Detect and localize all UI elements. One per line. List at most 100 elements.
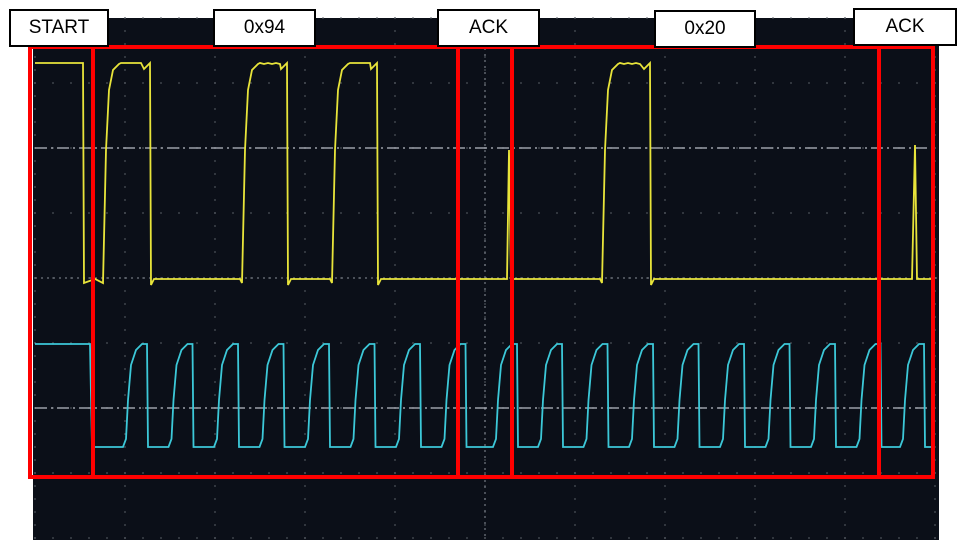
grid-dot [34, 433, 36, 435]
grid-dot [664, 420, 666, 422]
grid-dot [34, 485, 36, 487]
grid-dot [862, 537, 864, 539]
grid-dot [304, 537, 306, 539]
grid-dot [754, 186, 756, 188]
grid-dot [214, 316, 216, 318]
grid-dot [844, 238, 846, 240]
grid-dot [754, 433, 756, 435]
grid-dot [754, 303, 756, 305]
grid-dot [124, 160, 126, 162]
grid-dot [214, 433, 216, 435]
grid-dot [628, 17, 630, 19]
grid-dot [448, 212, 450, 214]
grid-dot [484, 160, 486, 162]
grid-dot [232, 212, 234, 214]
grid-dot [664, 511, 666, 513]
grid-dot [394, 485, 396, 487]
grid-dot [790, 342, 792, 344]
grid-dot [682, 472, 684, 474]
grid-dot [340, 212, 342, 214]
oscilloscope-screen [28, 17, 939, 540]
grid-dot [394, 186, 396, 188]
byte2-label: 0x20 [654, 10, 756, 48]
grid-dot [124, 459, 126, 461]
grid-dot [466, 82, 468, 84]
grid-dot [124, 251, 126, 253]
grid-dot [682, 212, 684, 214]
grid-dot [844, 342, 846, 344]
grid-dot [34, 251, 36, 253]
grid-dot [214, 212, 216, 214]
grid-dot [718, 342, 720, 344]
grid-dot [34, 472, 36, 474]
grid-dot [754, 459, 756, 461]
grid-dot [70, 537, 72, 539]
grid-dot [268, 82, 270, 84]
grid-dot [286, 342, 288, 344]
grid-dot [664, 186, 666, 188]
grid-dot [610, 342, 612, 344]
grid-dot [124, 30, 126, 32]
grid-dot [754, 342, 756, 344]
grid-dot [34, 420, 36, 422]
grid-dot [484, 459, 486, 461]
grid-dot [304, 238, 306, 240]
grid-dot [862, 212, 864, 214]
start-label: START [9, 9, 109, 47]
grid-dot [124, 199, 126, 201]
grid-dot [394, 498, 396, 500]
grid-dot [214, 381, 216, 383]
grid-dot [124, 238, 126, 240]
grid-dot [88, 537, 90, 539]
grid-dot [754, 160, 756, 162]
grid-dot [394, 303, 396, 305]
grid-dot [664, 238, 666, 240]
grid-dot [754, 368, 756, 370]
grid-dot [862, 407, 864, 409]
grid-dot [682, 82, 684, 84]
grid-dot [484, 316, 486, 318]
grid-dot [358, 82, 360, 84]
grid-dot [142, 147, 144, 149]
grid-dot [376, 537, 378, 539]
grid-dot [34, 225, 36, 227]
grid-dot [664, 524, 666, 526]
grid-dot [106, 537, 108, 539]
grid-dot [142, 472, 144, 474]
grid-dot [430, 537, 432, 539]
grid-dot [466, 342, 468, 344]
grid-dot [844, 173, 846, 175]
grid-dot [592, 342, 594, 344]
grid-dot [574, 108, 576, 110]
grid-dot [196, 82, 198, 84]
grid-dot [304, 290, 306, 292]
grid-dot [664, 121, 666, 123]
grid-dot [556, 17, 558, 19]
grid-dot [574, 342, 576, 344]
grid-dot [124, 420, 126, 422]
grid-dot [394, 472, 396, 474]
grid-dot [574, 264, 576, 266]
grid-dot [916, 537, 918, 539]
grid-dot [610, 537, 612, 539]
grid-dot [430, 17, 432, 19]
grid-dot [862, 472, 864, 474]
grid-dot [790, 472, 792, 474]
grid-dot [34, 69, 36, 71]
grid-dot [484, 394, 486, 396]
grid-dot [574, 186, 576, 188]
grid-dot [664, 290, 666, 292]
grid-dot [862, 147, 864, 149]
grid-dot [484, 303, 486, 305]
grid-dot [430, 472, 432, 474]
grid-dot [124, 381, 126, 383]
grid-dot [664, 342, 666, 344]
grid-dot [34, 212, 36, 214]
grid-dot [538, 147, 540, 149]
grid-dot [394, 121, 396, 123]
grid-dot [340, 17, 342, 19]
grid-dot [538, 82, 540, 84]
grid-dot [52, 82, 54, 84]
grid-dot [304, 121, 306, 123]
grid-dot [736, 212, 738, 214]
